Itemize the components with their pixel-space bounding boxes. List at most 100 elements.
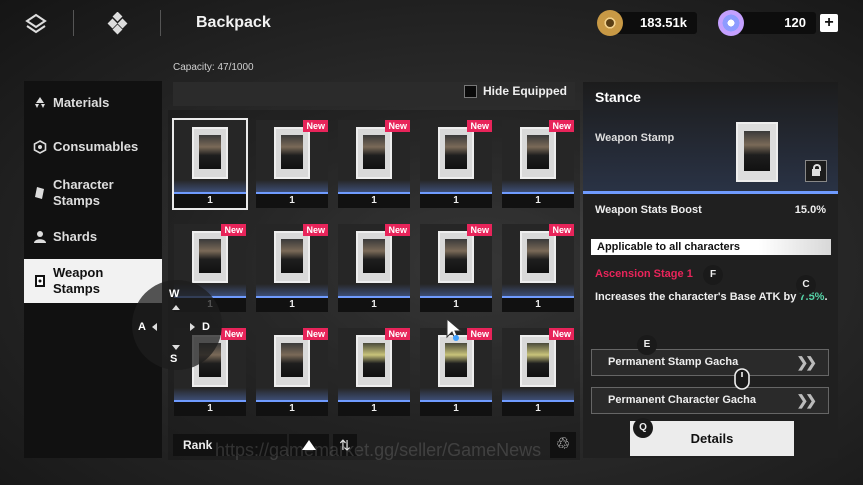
weapon-stamp-card[interactable]: 1 New bbox=[338, 120, 410, 208]
weapon-stamp-card[interactable]: 1 New bbox=[420, 224, 492, 312]
item-title: Stance bbox=[595, 89, 641, 105]
materials-icon bbox=[35, 97, 45, 108]
recycle-icon[interactable]: ♲ bbox=[550, 432, 576, 458]
card-glow bbox=[256, 284, 328, 296]
card-glow bbox=[420, 180, 492, 192]
add-currency-button[interactable]: + bbox=[820, 14, 838, 32]
card-artwork bbox=[438, 231, 474, 283]
sidebar: Materials Consumables Character Stamps S… bbox=[24, 81, 162, 458]
card-artwork bbox=[356, 127, 392, 179]
item-count: 1 bbox=[420, 298, 492, 312]
new-badge: New bbox=[303, 328, 328, 340]
permanent-stamp-gacha-button[interactable]: Permanent Stamp Gacha ❯❯ bbox=[591, 349, 829, 376]
sidebar-item-consumables[interactable]: Consumables bbox=[24, 137, 162, 157]
consumables-icon bbox=[33, 140, 47, 154]
shards-icon bbox=[34, 231, 46, 243]
sidebar-item-shards[interactable]: Shards bbox=[24, 227, 162, 247]
item-count: 1 bbox=[256, 402, 328, 416]
sidebar-item-character-stamps[interactable]: Character Stamps bbox=[24, 176, 162, 210]
arrow-down-icon bbox=[172, 345, 180, 350]
item-count: 1 bbox=[338, 298, 410, 312]
card-glow bbox=[256, 388, 328, 400]
gacha-label: Permanent Character Gacha bbox=[608, 394, 756, 406]
item-count: 1 bbox=[502, 402, 574, 416]
divider bbox=[160, 10, 161, 36]
card-glow bbox=[502, 284, 574, 296]
new-badge: New bbox=[303, 224, 328, 236]
new-badge: New bbox=[549, 120, 574, 132]
crystal-icon bbox=[718, 10, 744, 36]
arrow-right-icon bbox=[190, 323, 195, 331]
hide-equipped-checkbox[interactable] bbox=[464, 84, 477, 98]
chevron-right-icon: ❯❯ bbox=[796, 354, 818, 370]
new-badge: New bbox=[467, 120, 492, 132]
weapon-stamp-card[interactable]: 1 New bbox=[256, 120, 328, 208]
details-label: Details bbox=[690, 431, 734, 446]
permanent-character-gacha-button[interactable]: Permanent Character Gacha ❯❯ bbox=[591, 387, 829, 414]
weapon-stamp-card[interactable]: 1 New bbox=[338, 328, 410, 416]
applicable-banner: Applicable to all characters bbox=[591, 239, 831, 255]
hide-equipped-toggle[interactable]: Hide Equipped bbox=[464, 84, 567, 98]
gold-coin-icon bbox=[597, 10, 623, 36]
item-count: 1 bbox=[256, 298, 328, 312]
new-badge: New bbox=[221, 224, 246, 236]
weapon-stamp-card[interactable]: 1 New bbox=[338, 224, 410, 312]
item-count: 1 bbox=[174, 402, 246, 416]
character-stamps-icon bbox=[35, 187, 44, 199]
detail-header: Stance Weapon Stamp bbox=[583, 82, 838, 194]
mouse-icon bbox=[734, 368, 750, 390]
weapon-stamp-card[interactable]: 1 New bbox=[256, 224, 328, 312]
item-count: 1 bbox=[256, 194, 328, 208]
new-badge: New bbox=[385, 224, 410, 236]
item-description: Increases the character's Base ATK by 7.… bbox=[595, 289, 830, 306]
card-artwork bbox=[192, 231, 228, 283]
item-count: 1 bbox=[338, 194, 410, 208]
new-badge: New bbox=[467, 224, 492, 236]
sidebar-item-label: Shards bbox=[53, 229, 98, 244]
weapon-stamp-card[interactable]: 1 bbox=[172, 118, 248, 210]
item-type: Weapon Stamp bbox=[595, 132, 675, 144]
currency-crystal[interactable]: 120 bbox=[718, 10, 816, 36]
key-hint-q: Q bbox=[633, 418, 653, 438]
sidebar-item-materials[interactable]: Materials bbox=[24, 93, 162, 113]
weapon-stamp-card[interactable]: 1 New bbox=[256, 328, 328, 416]
sort-label: Rank bbox=[183, 438, 213, 452]
weapon-stamp-card[interactable]: 1 New bbox=[502, 328, 574, 416]
stat-name: Weapon Stats Boost bbox=[595, 204, 702, 216]
new-badge: New bbox=[303, 120, 328, 132]
back-icon[interactable] bbox=[24, 12, 48, 36]
card-artwork bbox=[520, 231, 556, 283]
sidebar-item-label: Materials bbox=[53, 95, 110, 110]
weapon-stamp-card[interactable]: 1 New bbox=[502, 120, 574, 208]
new-badge: New bbox=[549, 328, 574, 340]
gacha-label: Permanent Stamp Gacha bbox=[608, 356, 739, 368]
card-artwork bbox=[438, 127, 474, 179]
item-count: 1 bbox=[420, 194, 492, 208]
item-artwork bbox=[736, 122, 778, 182]
card-glow bbox=[256, 180, 328, 192]
applicable-text: Applicable to all characters bbox=[597, 241, 741, 253]
card-artwork bbox=[274, 231, 310, 283]
card-glow bbox=[338, 284, 410, 296]
currency-gold[interactable]: 183.51k bbox=[597, 10, 697, 36]
key-hint-f: F bbox=[703, 265, 723, 285]
ascension-stage: Ascension Stage 1 bbox=[595, 268, 693, 280]
key-w: W bbox=[169, 288, 180, 300]
lock-icon[interactable] bbox=[805, 160, 827, 182]
key-d: D bbox=[202, 321, 210, 333]
divider bbox=[73, 10, 74, 36]
watermark: https://gamemarket.gg/seller/GameNews bbox=[215, 440, 542, 460]
capacity-text: Capacity: 47/1000 bbox=[173, 62, 254, 73]
card-glow bbox=[420, 388, 492, 400]
rarity-bar bbox=[583, 191, 838, 194]
key-hint-c: C bbox=[796, 275, 816, 295]
card-artwork bbox=[192, 127, 228, 179]
weapon-stamp-card[interactable]: 1 New bbox=[420, 120, 492, 208]
key-a: A bbox=[138, 321, 146, 333]
details-button[interactable]: Details bbox=[630, 421, 794, 456]
card-artwork bbox=[520, 335, 556, 387]
weapon-stamp-card[interactable]: 1 New bbox=[502, 224, 574, 312]
card-glow bbox=[338, 180, 410, 192]
card-glow bbox=[420, 284, 492, 296]
home-icon[interactable] bbox=[107, 11, 131, 36]
